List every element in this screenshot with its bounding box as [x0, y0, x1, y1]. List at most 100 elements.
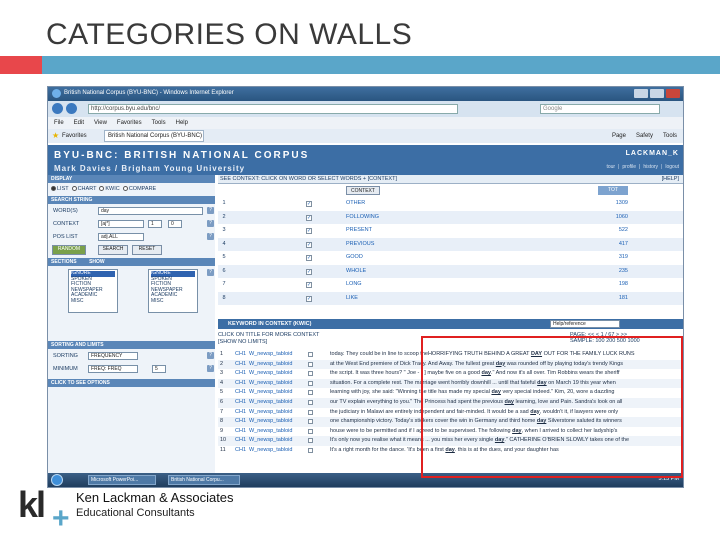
minimize-button[interactable] — [634, 89, 648, 98]
row-frequency[interactable]: 417 — [598, 238, 628, 251]
menu-item-tools[interactable]: Tools — [152, 120, 166, 126]
row-frequency[interactable]: 319 — [598, 251, 628, 264]
search-button[interactable]: SEARCH — [98, 245, 128, 255]
row-checkbox[interactable]: ✓ — [306, 282, 312, 288]
row-source-link[interactable]: W_newsp_tabloid — [249, 446, 292, 456]
row-genre-link[interactable]: CH1 — [235, 369, 246, 379]
row-genre-link[interactable]: CH1 — [235, 408, 246, 418]
link-history[interactable]: history — [643, 164, 658, 170]
link-tour[interactable]: tour — [606, 164, 615, 170]
random-button[interactable]: RANDOM — [52, 245, 86, 255]
row-source-link[interactable]: W_newsp_tabloid — [249, 436, 292, 446]
row-genre-link[interactable]: CH1 — [235, 398, 246, 408]
context-left-select[interactable]: 1 — [148, 220, 162, 228]
minimum-input[interactable]: 5 — [152, 365, 166, 373]
row-checkbox[interactable]: ✓ — [306, 295, 312, 302]
row-genre-link[interactable]: CH1 — [235, 379, 246, 389]
frequency-row[interactable]: 4 ✓ PREVIOUS 417 — [218, 237, 683, 251]
row-checkbox[interactable]: ✓ — [306, 255, 312, 261]
pos-list-select[interactable]: adj.ALL — [98, 233, 144, 241]
frequency-row[interactable]: 5 ✓ GOOD 319 — [218, 251, 683, 264]
context-input[interactable]: [aj*] — [98, 220, 144, 228]
list-item[interactable]: MISC — [71, 298, 115, 305]
row-checkbox[interactable]: ✓ — [306, 228, 312, 234]
list-item[interactable]: MISC — [151, 298, 195, 305]
row-word-link[interactable]: LIKE — [346, 292, 358, 305]
row-genre-link[interactable]: CH1 — [235, 388, 246, 398]
search-string-head[interactable]: SEARCH STRING — [48, 196, 215, 204]
row-frequency[interactable]: 1060 — [598, 211, 628, 224]
row-word-link[interactable]: LONG — [346, 278, 362, 291]
row-genre-link[interactable]: CH1 — [235, 436, 246, 446]
options-head[interactable]: CLICK TO SEE OPTIONS — [48, 379, 215, 387]
row-source-link[interactable]: W_newsp_tabloid — [249, 398, 292, 408]
browser-tab[interactable]: British National Corpus (BYU-BNC) — [104, 130, 204, 142]
context-right-select[interactable]: 0 — [168, 220, 182, 228]
row-source-link[interactable]: W_newsp_tabloid — [249, 388, 292, 398]
row-frequency[interactable]: 181 — [598, 292, 628, 305]
page-menu[interactable]: Page — [612, 133, 626, 139]
row-source-link[interactable]: W_newsp_tabloid — [249, 360, 292, 370]
limits-link[interactable]: [SHOW NO LIMITS] — [218, 339, 319, 346]
close-window-button[interactable] — [666, 89, 680, 98]
row-checkbox[interactable] — [308, 419, 313, 425]
menu-item-file[interactable]: File — [54, 120, 64, 126]
help-icon[interactable]: ? — [207, 233, 214, 240]
row-word-link[interactable]: PRESENT — [346, 224, 372, 237]
row-source-link[interactable]: W_newsp_tabloid — [249, 408, 292, 418]
row-source-link[interactable]: W_newsp_tabloid — [249, 350, 292, 360]
help-link[interactable]: [HELP] — [662, 175, 679, 184]
sorting-head[interactable]: SORTING AND LIMITS — [48, 341, 215, 349]
menu-item-favorites[interactable]: Favorites — [117, 120, 142, 126]
row-word-link[interactable]: WHOLE — [346, 265, 366, 278]
display-section-head[interactable]: DISPLAY — [48, 175, 215, 183]
row-genre-link[interactable]: CH1 — [235, 446, 246, 456]
maximize-button[interactable] — [650, 89, 664, 98]
row-frequency[interactable]: 198 — [598, 278, 628, 291]
row-frequency[interactable]: 522 — [598, 224, 628, 237]
search-input[interactable]: Google — [540, 104, 660, 114]
sections-list-1[interactable]: IGNORE SPOKEN FICTION NEWSPAPER ACADEMIC… — [68, 269, 118, 313]
menu-item-edit[interactable]: Edit — [74, 120, 84, 126]
row-frequency[interactable]: 235 — [598, 265, 628, 278]
link-logout[interactable]: logout — [665, 164, 679, 170]
row-checkbox[interactable] — [308, 380, 313, 386]
sections-list-2[interactable]: IGNORE SPOKEN FICTION NEWSPAPER ACADEMIC… — [148, 269, 198, 313]
row-checkbox[interactable]: ✓ — [306, 241, 312, 248]
help-icon[interactable]: ? — [207, 207, 214, 214]
start-button-icon[interactable] — [51, 474, 63, 486]
row-frequency[interactable]: 1309 — [598, 197, 628, 210]
row-checkbox[interactable]: ✓ — [306, 214, 312, 221]
frequency-row[interactable]: 1 ✓ OTHER 1309 — [218, 197, 683, 210]
frequency-row[interactable]: 7 ✓ LONG 198 — [218, 278, 683, 291]
menu-item-view[interactable]: View — [94, 120, 107, 126]
help-icon[interactable]: ? — [207, 365, 214, 372]
frequency-row[interactable]: 2 ✓ FOLLOWING 1060 — [218, 210, 683, 224]
row-checkbox[interactable] — [308, 371, 313, 377]
row-word-link[interactable]: FOLLOWING — [346, 211, 379, 224]
help-icon[interactable]: ? — [207, 220, 214, 227]
back-arrow-icon[interactable] — [52, 103, 63, 114]
help-icon[interactable]: ? — [207, 269, 214, 276]
row-source-link[interactable]: W_newsp_tabloid — [249, 427, 292, 437]
link-profile[interactable]: profile — [622, 164, 636, 170]
row-checkbox[interactable] — [308, 409, 313, 415]
word-input[interactable]: day — [98, 207, 203, 215]
kwic-select[interactable]: Help/reference — [550, 320, 620, 328]
forward-arrow-icon[interactable] — [66, 103, 77, 114]
row-genre-link[interactable]: CH1 — [235, 350, 246, 360]
row-checkbox[interactable] — [308, 428, 313, 434]
favorites-label[interactable]: Favorites — [62, 133, 87, 139]
address-input[interactable]: http://corpus.byu.edu/bnc/ — [88, 104, 458, 114]
row-source-link[interactable]: W_newsp_tabloid — [249, 417, 292, 427]
frequency-row[interactable]: 6 ✓ WHOLE 235 — [218, 264, 683, 278]
favorites-star-icon[interactable]: ★ — [52, 132, 59, 140]
row-checkbox[interactable] — [308, 352, 313, 357]
tools-menu[interactable]: Tools — [663, 133, 677, 139]
row-word-link[interactable]: OTHER — [346, 197, 365, 210]
row-checkbox[interactable]: ✓ — [306, 268, 312, 275]
row-genre-link[interactable]: CH1 — [235, 417, 246, 427]
row-source-link[interactable]: W_newsp_tabloid — [249, 369, 292, 379]
sorting-select[interactable]: FREQUENCY — [88, 352, 138, 360]
context-button[interactable]: CONTEXT — [346, 186, 380, 195]
